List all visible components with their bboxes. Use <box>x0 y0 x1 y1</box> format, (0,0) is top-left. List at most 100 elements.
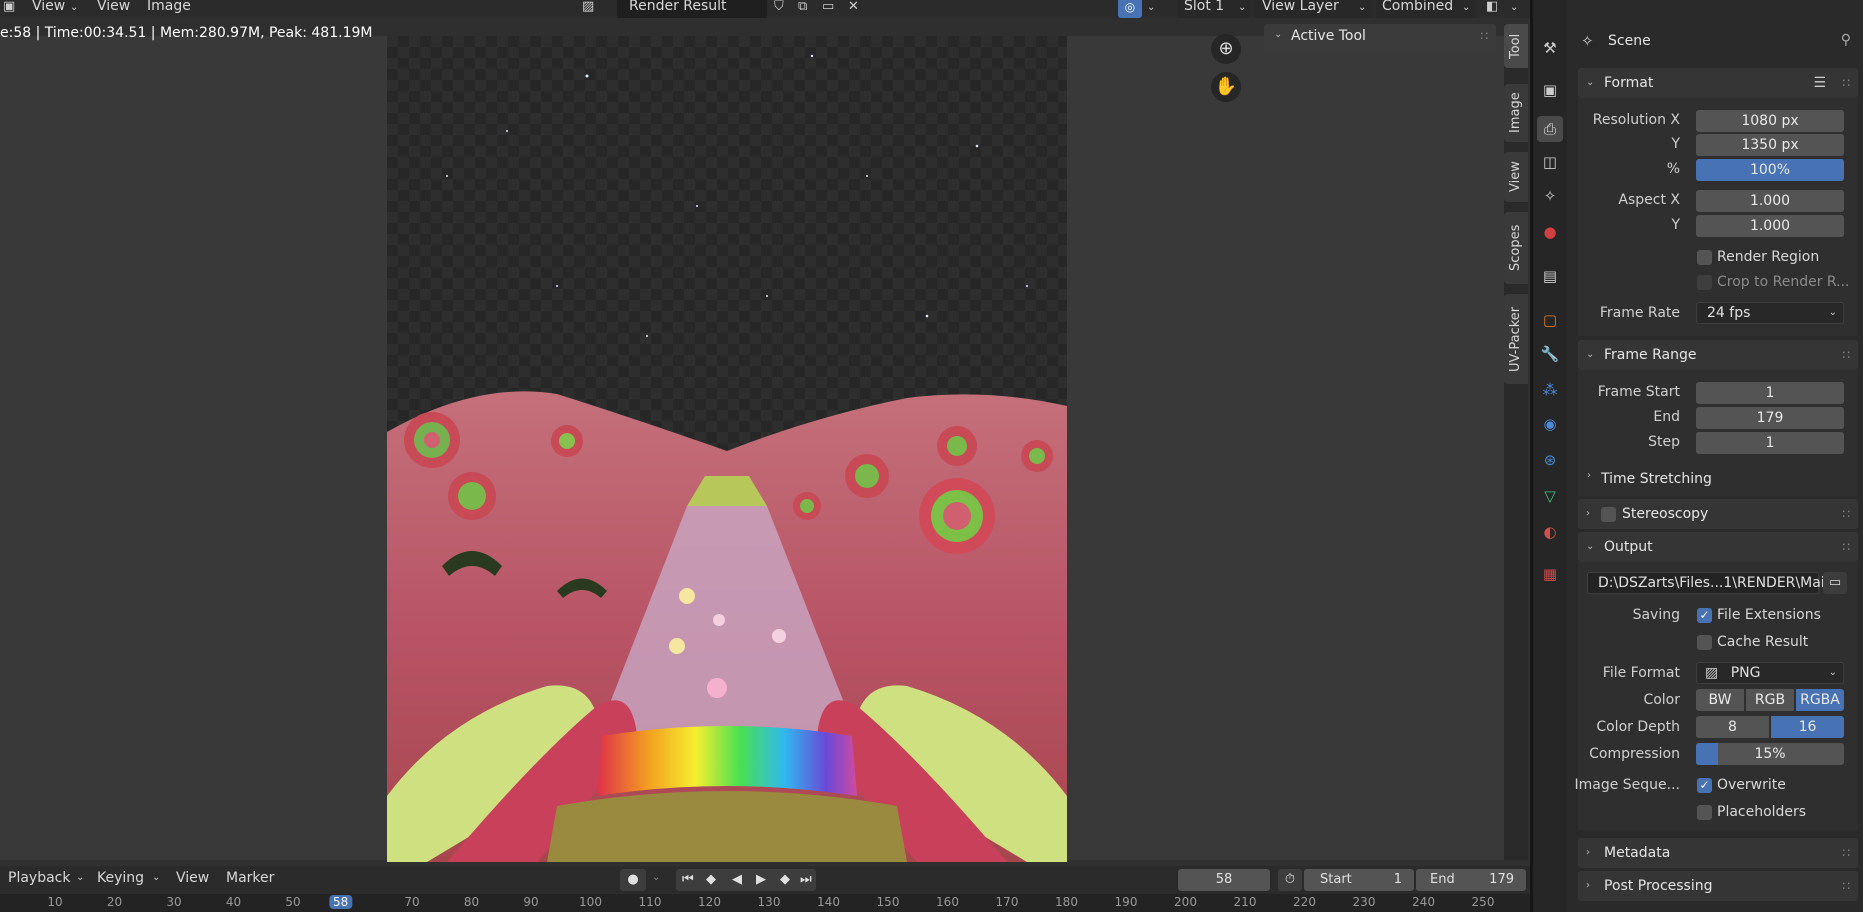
current-frame-indicator[interactable]: 58 <box>328 895 353 909</box>
object-icon[interactable]: ▢ <box>1540 310 1560 330</box>
constraints-icon[interactable]: ⊛ <box>1540 450 1560 470</box>
drag-handle-icon[interactable]: ∷ <box>1842 532 1850 562</box>
end-frame-field[interactable]: End 179 <box>1416 869 1526 891</box>
tab-scopes[interactable]: Scopes <box>1504 212 1528 284</box>
resolution-y-field[interactable]: 1350 px <box>1696 134 1844 156</box>
view-layer-select[interactable]: View Layer ⌄ <box>1254 0 1372 18</box>
placeholders-checkbox[interactable] <box>1697 805 1712 820</box>
aspect-y-field[interactable]: 1.000 <box>1696 215 1844 237</box>
close-icon[interactable]: ✕ <box>848 0 859 16</box>
color-bw-button[interactable]: BW <box>1696 689 1744 711</box>
color-depth-8-button[interactable]: 8 <box>1696 716 1769 738</box>
render-region-checkbox[interactable] <box>1697 250 1712 265</box>
material-icon[interactable]: ◐ <box>1540 522 1560 542</box>
resolution-percent-slider[interactable]: 100% <box>1696 159 1844 181</box>
folder-browse-icon[interactable]: ▭ <box>1823 572 1847 594</box>
drag-handle-icon[interactable]: ∷ <box>1480 29 1488 43</box>
menu-keying[interactable]: Keying <box>97 870 144 886</box>
stereoscopy-checkbox[interactable] <box>1601 507 1616 522</box>
jump-start-icon[interactable]: ⏮ <box>682 869 694 891</box>
menu-view-timeline[interactable]: View <box>176 870 209 886</box>
menu-marker[interactable]: Marker <box>226 870 274 886</box>
render-result-image[interactable] <box>387 36 1067 862</box>
object-data-icon[interactable]: ▽ <box>1540 486 1560 506</box>
drag-handle-icon[interactable]: ∷ <box>1842 871 1850 901</box>
render-pass-select[interactable]: Combined ⌄ <box>1376 0 1476 18</box>
slot-select[interactable]: Slot 1 ⌄ <box>1178 0 1250 18</box>
cache-result-checkbox[interactable] <box>1697 635 1712 650</box>
next-keyframe-icon[interactable]: ◆ <box>780 869 790 891</box>
output-properties-icon[interactable]: ⎙ <box>1537 116 1563 142</box>
open-folder-icon[interactable]: ▭ <box>822 0 834 16</box>
file-extensions-checkbox[interactable]: ✓ <box>1697 608 1712 623</box>
play-reverse-icon[interactable]: ◀ <box>732 869 742 891</box>
frame-end-field[interactable]: 179 <box>1696 407 1844 429</box>
drag-handle-icon[interactable]: ∷ <box>1842 340 1850 370</box>
collection-icon[interactable]: ▤ <box>1540 266 1560 286</box>
timeline-ruler[interactable]: 10 20 30 40 50 58 70 80 90 100 110 120 130 140 150 160 1… <box>0 894 1530 912</box>
compression-slider[interactable]: 15% <box>1696 743 1844 765</box>
current-frame-field[interactable]: 58 <box>1178 869 1270 891</box>
post-processing-panel-header[interactable]: › Post Processing ∷ <box>1578 871 1858 901</box>
drag-handle-icon[interactable]: ∷ <box>1842 838 1850 868</box>
chevron-down-icon[interactable]: ⌄ <box>1147 0 1155 17</box>
drag-handle-icon[interactable]: ∷ <box>1842 499 1850 529</box>
chevron-down-icon[interactable]: ⌄ <box>1510 0 1518 17</box>
overlay-toggle-icon[interactable]: ◎ <box>1118 0 1142 18</box>
presets-list-icon[interactable]: ☰ <box>1813 68 1826 98</box>
tab-view[interactable]: View <box>1504 152 1528 202</box>
zoom-icon[interactable]: ⊕ <box>1211 34 1241 64</box>
duplicate-icon[interactable]: ⧉ <box>798 0 807 16</box>
color-rgb-button[interactable]: RGB <box>1746 689 1794 711</box>
color-depth-16-button[interactable]: 16 <box>1771 716 1844 738</box>
output-panel-header[interactable]: ⌄ Output ∷ <box>1578 532 1858 562</box>
shield-icon[interactable]: ⛉ <box>774 0 784 16</box>
resolution-x-field[interactable]: 1080 px <box>1696 110 1844 132</box>
record-icon[interactable]: ● <box>620 869 646 891</box>
crop-to-render-checkbox[interactable] <box>1697 275 1712 290</box>
image-name-field[interactable]: Render Result <box>617 0 767 18</box>
output-path-field[interactable]: D:\DSZarts\Files...1\RENDER\Main <box>1587 572 1834 594</box>
hand-pan-icon[interactable]: ✋ <box>1211 72 1241 102</box>
drag-handle-icon[interactable]: ∷ <box>1842 68 1850 98</box>
chevron-down-icon[interactable]: ⌄ <box>652 872 660 883</box>
render-properties-icon[interactable]: ▣ <box>1540 80 1560 100</box>
menu-view-1[interactable]: View <box>32 0 65 14</box>
metadata-panel-header[interactable]: › Metadata ∷ <box>1578 838 1858 868</box>
file-format-dropdown[interactable]: ▨ PNG ⌄ <box>1696 662 1844 684</box>
particles-icon[interactable]: ⁂ <box>1540 380 1560 400</box>
color-rgba-button[interactable]: RGBA <box>1796 689 1844 711</box>
menu-view-2[interactable]: View <box>97 0 130 14</box>
pin-icon[interactable]: ⚲ <box>1841 32 1851 48</box>
aspect-x-field[interactable]: 1.000 <box>1696 190 1844 212</box>
jump-end-icon[interactable]: ⏭ <box>800 869 812 891</box>
start-frame-field[interactable]: Start 1 <box>1304 869 1414 891</box>
physics-icon[interactable]: ◉ <box>1540 414 1560 434</box>
frame-start-field[interactable]: 1 <box>1696 382 1844 404</box>
active-tool-panel-header[interactable]: ⌄ Active Tool ∷ <box>1264 24 1496 52</box>
frame-range-panel-header[interactable]: ⌄ Frame Range ∷ <box>1578 340 1858 370</box>
prev-keyframe-icon[interactable]: ◆ <box>706 869 716 891</box>
stereoscopy-panel-header[interactable]: › Stereoscopy ∷ <box>1578 499 1858 529</box>
stopwatch-icon[interactable]: ⏱ <box>1278 869 1302 891</box>
tab-uv-packer[interactable]: UV-Packer <box>1504 294 1528 384</box>
menu-playback[interactable]: Playback <box>8 870 70 886</box>
view-layer-icon[interactable]: ◫ <box>1540 152 1560 172</box>
image-editor-icon[interactable]: ▣ <box>3 0 15 16</box>
frame-step-field[interactable]: 1 <box>1696 432 1844 454</box>
time-stretching-subpanel[interactable]: › Time Stretching <box>1587 470 1847 490</box>
play-icon[interactable]: ▶ <box>756 869 766 891</box>
scene-icon[interactable]: ✧ <box>1540 186 1560 206</box>
tab-tool[interactable]: Tool <box>1504 24 1528 68</box>
frame-rate-dropdown[interactable]: 24 fps ⌄ <box>1696 302 1844 324</box>
texture-icon[interactable]: ▦ <box>1540 564 1560 584</box>
overwrite-checkbox[interactable]: ✓ <box>1697 778 1712 793</box>
browse-image-icon[interactable]: ▨ <box>582 0 594 16</box>
menu-image[interactable]: Image <box>147 0 191 14</box>
tool-settings-icon[interactable]: ⚒ <box>1540 38 1560 58</box>
world-icon[interactable]: ● <box>1540 222 1560 242</box>
display-channels-icon[interactable]: ◧ <box>1486 0 1498 16</box>
modifier-wrench-icon[interactable]: 🔧 <box>1540 344 1560 364</box>
format-panel-header[interactable]: ⌄ Format ☰ ∷ <box>1578 68 1858 98</box>
tab-image[interactable]: Image <box>1504 84 1528 142</box>
